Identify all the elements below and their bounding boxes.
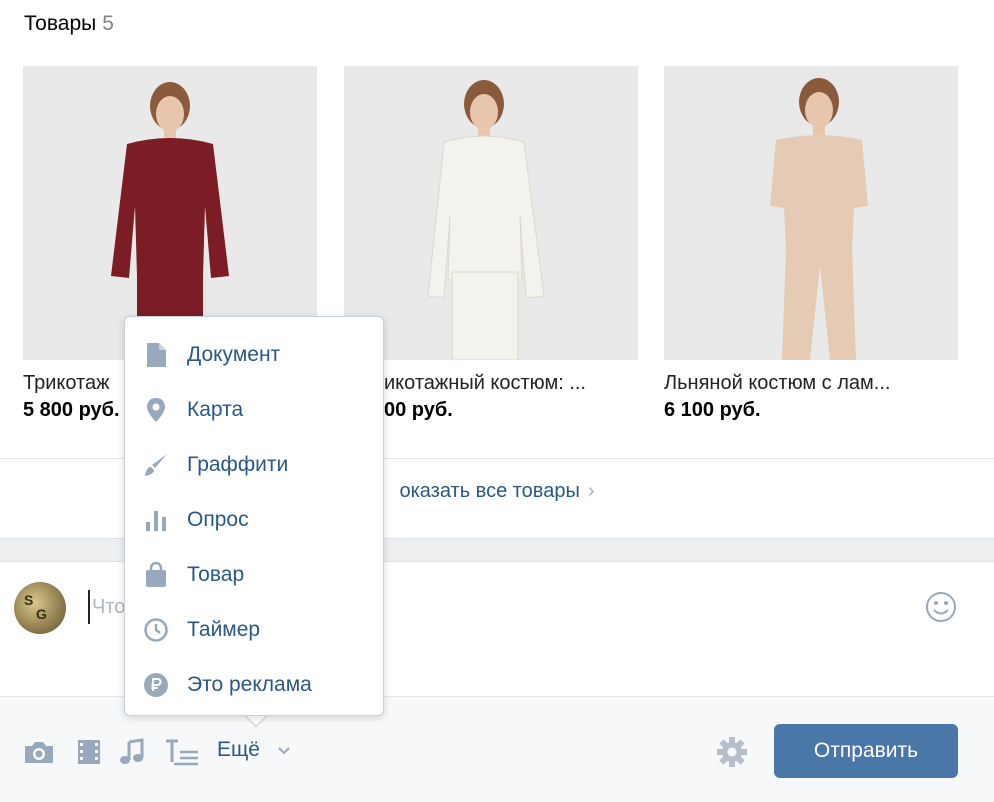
document-icon — [143, 342, 169, 368]
map-pin-icon — [143, 397, 169, 423]
text-format-icon[interactable] — [164, 738, 200, 766]
menu-item-label[interactable]: Товар — [187, 563, 244, 587]
attach-more-menu: Документ Карта Граффити Опрос Товар Тайм… — [124, 316, 384, 716]
product-price: 00 руб. — [384, 399, 453, 421]
menu-item-graffiti[interactable]: Граффити — [125, 437, 383, 492]
gear-icon[interactable] — [716, 736, 748, 768]
avatar[interactable]: S G — [14, 582, 66, 634]
chevron-right-icon: › — [587, 480, 595, 502]
product-name[interactable]: Льняной костюм с лам... — [664, 372, 958, 395]
menu-item-label[interactable]: Таймер — [187, 618, 260, 642]
menu-item-ad[interactable]: Это реклама — [125, 657, 383, 712]
menu-item-document[interactable]: Документ — [125, 327, 383, 382]
menu-item-label[interactable]: Документ — [187, 343, 280, 367]
brush-icon — [143, 452, 169, 478]
menu-item-poll[interactable]: Опрос — [125, 492, 383, 547]
menu-item-product[interactable]: Товар — [125, 547, 383, 602]
product-photo[interactable] — [664, 66, 958, 360]
goods-title: Товары — [24, 12, 97, 35]
menu-item-label[interactable]: Карта — [187, 398, 243, 422]
music-icon[interactable] — [118, 738, 146, 766]
clock-icon — [143, 617, 169, 643]
product-card[interactable]: Льняной костюм с лам... 6 100 руб. — [664, 66, 958, 422]
product-card[interactable]: икотажный костюм: ... 00 руб. — [344, 66, 638, 422]
more-button[interactable]: Ещё — [217, 738, 260, 762]
menu-item-timer[interactable]: Таймер — [125, 602, 383, 657]
menu-item-label[interactable]: Это реклама — [187, 673, 312, 697]
show-all-label[interactable]: оказать все товары — [399, 480, 579, 502]
menu-item-label[interactable]: Опрос — [187, 508, 249, 532]
menu-item-map[interactable]: Карта — [125, 382, 383, 437]
goods-count: 5 — [102, 12, 114, 35]
video-icon[interactable] — [76, 738, 102, 766]
text-cursor — [88, 590, 90, 624]
shopping-bag-icon — [143, 561, 169, 588]
menu-item-label[interactable]: Граффити — [187, 453, 288, 477]
camera-icon[interactable] — [22, 738, 56, 766]
emoji-icon[interactable] — [924, 590, 958, 624]
product-photo[interactable] — [344, 66, 638, 360]
ruble-icon — [143, 672, 169, 698]
product-price: 6 100 руб. — [664, 399, 761, 421]
product-name[interactable]: икотажный костюм: ... — [344, 372, 638, 395]
chevron-down-icon[interactable] — [276, 742, 292, 758]
send-button[interactable]: Отправить — [774, 724, 958, 778]
goods-header: Товары 5 — [24, 12, 114, 36]
poll-icon — [143, 507, 169, 533]
